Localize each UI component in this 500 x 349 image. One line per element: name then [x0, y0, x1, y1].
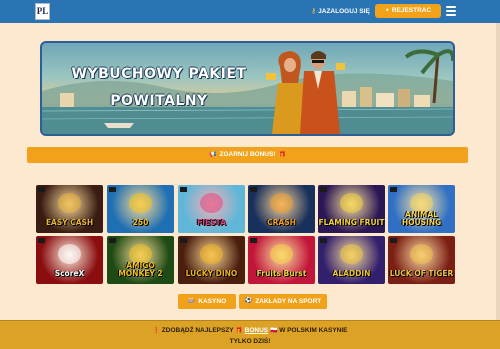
key-icon: ⚷ [311, 8, 317, 15]
promo-headline: ❗ ZDOBĄDŹ NAJLEPSZY 🎁 BONUS 🇵🇱 W POLSKIM… [0, 326, 500, 336]
game-tile[interactable]: Fruits Burst [248, 236, 315, 284]
sparkle-icon: ✦ [384, 8, 390, 14]
game-artwork [200, 193, 223, 213]
promo-prefix: ZDOBĄDŹ NAJLEPSZY [161, 327, 234, 334]
game-artwork [340, 193, 363, 213]
megaphone-icon: 📢 [209, 152, 217, 158]
game-title: EASY CASH [45, 218, 94, 227]
provider-badge [180, 187, 187, 192]
game-tile[interactable]: LUCKY DINO [178, 236, 245, 284]
category-buttons: 🎰 KASYNO ⚽ ZAKŁADY NA SPORT [0, 294, 500, 309]
menu-icon[interactable] [446, 6, 456, 16]
exclamation-icon: ❗ [152, 328, 160, 334]
gift-icon: 🎁 [278, 152, 286, 158]
game-artwork [58, 193, 81, 213]
provider-badge [390, 238, 397, 243]
game-title: FIESTA [197, 218, 226, 227]
game-artwork [129, 193, 152, 213]
game-tile[interactable]: CRASH [248, 185, 315, 233]
game-title: ANIMAL HOUSING [401, 210, 442, 227]
provider-badge [390, 187, 397, 192]
game-artwork [200, 244, 223, 264]
game-tile[interactable]: ALADDIN [318, 236, 385, 284]
game-artwork [270, 244, 293, 264]
provider-badge [109, 187, 116, 192]
soccer-ball-icon: ⚽ [244, 298, 253, 304]
flag-icon: 🇵🇱 [269, 328, 278, 334]
provider-badge [109, 238, 116, 243]
game-artwork [270, 193, 293, 213]
casino-button[interactable]: 🎰 KASYNO [178, 294, 236, 309]
game-tile[interactable]: EASY CASH [36, 185, 103, 233]
game-title: Fruits Burst [256, 269, 307, 278]
game-tile[interactable]: ANIMAL HOUSING [388, 185, 455, 233]
promo-subline: TYLKO DZIŚ! [229, 338, 271, 345]
game-title: AMIGO MONKEY 2 [118, 261, 163, 278]
game-artwork [340, 244, 363, 264]
game-title: ScoreX [54, 269, 85, 278]
game-title: CRASH [267, 218, 296, 227]
sport-betting-label: ZAKŁADY NA SPORT [255, 298, 322, 305]
game-tile[interactable]: 250 [107, 185, 174, 233]
provider-badge [250, 238, 257, 243]
game-title: 250 [132, 218, 149, 227]
provider-badge [320, 238, 327, 243]
register-button[interactable]: ✦ REJESTRAC [375, 4, 441, 18]
gift-icon: 🎁 [235, 328, 243, 334]
site-logo[interactable]: PL [35, 3, 50, 20]
promo-suffix: W POLSKIM KASYNIE [279, 327, 348, 334]
provider-badge [180, 238, 187, 243]
slot-machine-icon: 🎰 [187, 298, 196, 304]
register-label: REJESTRAC [391, 7, 432, 14]
provider-badge [250, 187, 257, 192]
game-title: ALADDIN [332, 269, 371, 278]
claim-bonus-label: ZGARNIJ BONUS! [219, 151, 276, 158]
game-tile[interactable]: FLAMING FRUIT [318, 185, 385, 233]
claim-bonus-button[interactable]: 📢 ZGARNIJ BONUS! 🎁 [27, 147, 468, 163]
banner-title: WYBUCHOWY PAKIET POWITALNY [71, 66, 247, 109]
game-title: LUCKY DINO [185, 269, 238, 278]
welcome-banner[interactable]: WYBUCHOWY PAKIET POWITALNY [40, 41, 455, 136]
promo-footer-bar[interactable]: ❗ ZDOBĄDŹ NAJLEPSZY 🎁 BONUS 🇵🇱 W POLSKIM… [0, 320, 500, 349]
game-tile[interactable]: ScoreX [36, 236, 103, 284]
login-link[interactable]: ⚷ JAZALOGUJ SIĘ [311, 6, 370, 17]
login-label: JAZALOGUJ SIĘ [318, 8, 370, 15]
game-artwork [410, 244, 433, 264]
game-title: LUCK OF TIGER [389, 269, 454, 278]
promo-bonus-link[interactable]: BONUS [245, 327, 268, 334]
game-artwork [58, 244, 81, 264]
casino-label: KASYNO [198, 298, 227, 305]
game-title: FLAMING FRUIT [318, 218, 385, 227]
game-tile[interactable]: FIESTA [178, 185, 245, 233]
provider-badge [38, 187, 45, 192]
sport-betting-button[interactable]: ⚽ ZAKŁADY NA SPORT [239, 294, 327, 309]
game-tile[interactable]: AMIGO MONKEY 2 [107, 236, 174, 284]
game-tile[interactable]: LUCK OF TIGER [388, 236, 455, 284]
provider-badge [320, 187, 327, 192]
top-navigation-bar: PL ⚷ JAZALOGUJ SIĘ ✦ REJESTRAC [0, 0, 500, 23]
provider-badge [38, 238, 45, 243]
